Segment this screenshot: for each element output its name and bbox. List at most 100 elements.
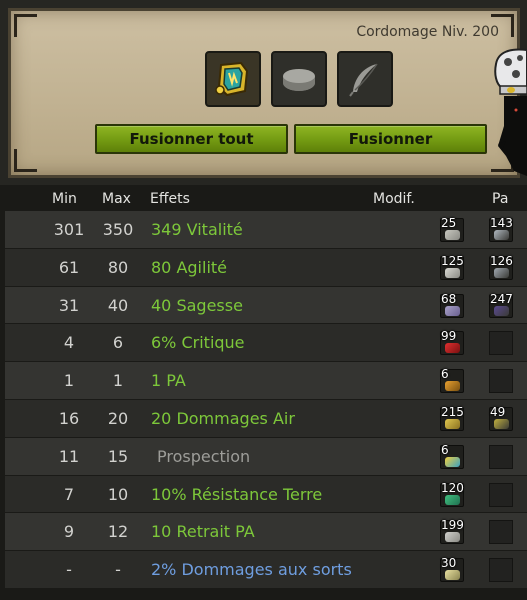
table-row: 11 15 Prospection 6 [5, 437, 527, 476]
rune-pa-slot-button[interactable]: 49 [489, 404, 513, 431]
rune-quantity: 120 [441, 480, 464, 495]
rune-quantity: 199 [441, 518, 464, 533]
item-slot[interactable] [205, 51, 261, 107]
row-effect: 349 Vitalité [151, 220, 243, 239]
rune-icon [445, 230, 460, 240]
rune-quantity: 30 [441, 556, 457, 571]
row-max: 80 [107, 257, 129, 277]
rune-slot-button[interactable]: 30 [440, 556, 464, 583]
panel-corner-decoration [14, 14, 37, 37]
table-row: - - 2% Dommages aux sorts 30 [5, 551, 527, 589]
row-max: - [115, 560, 121, 580]
row-min: 31 [58, 295, 80, 315]
header-pa: Pa [492, 191, 509, 207]
rune-quantity: 6 [441, 442, 449, 457]
row-min: 11 [58, 446, 80, 466]
row-min: 16 [58, 408, 80, 428]
rune-pa-slot-button[interactable]: 126 [489, 253, 513, 280]
row-max: 350 [102, 220, 134, 239]
rune-slot[interactable] [271, 51, 327, 107]
rune-icon [445, 494, 460, 505]
feather-icon [349, 63, 378, 97]
panel-corner-decoration [14, 149, 37, 172]
rune-pa-slot-button[interactable]: 143 [489, 216, 513, 242]
rune-pa-quantity: 247 [490, 291, 513, 306]
header-effects: Effets [150, 191, 190, 207]
rune-icon [445, 381, 460, 392]
table-row: 7 10 10% Résistance Terre 120 [5, 475, 527, 514]
rune-slot-button[interactable]: 125 [440, 253, 464, 280]
row-min: 4 [63, 333, 75, 353]
row-max: 15 [107, 446, 129, 466]
table-header: Min Max Effets Modif. Pa [5, 188, 527, 211]
row-max: 1 [112, 371, 124, 391]
rune-icon [445, 305, 460, 316]
rune-quantity: 215 [441, 404, 464, 419]
row-min: 61 [58, 257, 80, 277]
rune-icon [445, 267, 460, 278]
rune-quantity: 6 [441, 367, 449, 382]
rune-slot-button[interactable]: 120 [440, 480, 464, 507]
rune-icon [445, 343, 460, 354]
empty-pa-slot[interactable] [489, 331, 513, 356]
rune-pa-quantity: 49 [490, 404, 506, 419]
row-effect: 10% Résistance Terre [151, 484, 323, 504]
row-max: 40 [107, 295, 129, 315]
row-min: 301 [53, 220, 85, 239]
rune-pa-icon [494, 418, 509, 429]
rune-slot-button[interactable]: 99 [440, 329, 464, 356]
rune-stone-icon [283, 69, 315, 91]
rune-pa-icon [494, 230, 509, 240]
rune-slot-button[interactable]: 199 [440, 518, 464, 545]
table-body: 301 350 349 Vitalité 25 143 61 80 80 Agilité 125… [5, 211, 527, 589]
row-effect: Prospection [157, 446, 251, 466]
header-max: Max [102, 191, 131, 207]
row-max: 10 [107, 484, 129, 504]
rune-icon [445, 456, 460, 467]
rune-pa-slot-button[interactable]: 247 [489, 291, 513, 318]
table-row: 31 40 40 Sagesse 68 247 [5, 286, 527, 325]
potion-slot[interactable] [337, 51, 393, 107]
rune-slot-button[interactable]: 6 [440, 442, 464, 469]
row-min: 7 [63, 484, 75, 504]
table-row: 301 350 349 Vitalité 25 143 [5, 211, 527, 249]
empty-pa-slot[interactable] [489, 444, 513, 469]
rune-icon [445, 418, 460, 429]
table-row: 4 6 6% Critique 99 [5, 324, 527, 363]
header-min: Min [52, 191, 77, 207]
row-effect: 1 PA [151, 371, 186, 391]
empty-pa-slot[interactable] [489, 482, 513, 507]
row-min: 9 [63, 522, 75, 542]
rune-icon [445, 570, 460, 581]
rune-slot-button[interactable]: 68 [440, 292, 464, 318]
empty-pa-slot[interactable] [489, 558, 513, 583]
row-effect: 40 Sagesse [151, 295, 243, 315]
row-max: 20 [107, 408, 129, 428]
rune-pa-icon [494, 305, 509, 316]
crafting-panel: Cordomage Niv. 200 Fusionner tout Fusion… [8, 8, 520, 178]
effects-table: Min Max Effets Modif. Pa 301 350 349 Vital… [5, 188, 527, 600]
row-max: 12 [107, 522, 129, 542]
table-row: 9 12 10 Retrait PA 199 [5, 513, 527, 552]
rune-pa-quantity: 126 [490, 253, 513, 268]
row-effect: 2% Dommages aux sorts [151, 560, 352, 580]
rune-pa-quantity: 143 [490, 216, 513, 230]
profession-level: Cordomage Niv. 200 [356, 24, 499, 40]
row-effect: 10 Retrait PA [151, 522, 255, 542]
empty-pa-slot[interactable] [489, 520, 513, 545]
table-row: 16 20 20 Dommages Air 215 49 [5, 399, 527, 438]
rune-quantity: 25 [441, 216, 457, 230]
rune-pa-icon [494, 267, 509, 278]
merge-button[interactable]: Fusionner [294, 124, 487, 154]
row-effect: 6% Critique [151, 333, 245, 353]
rune-quantity: 125 [441, 253, 464, 268]
rune-slot-button[interactable]: 6 [440, 367, 464, 394]
rune-slot-button[interactable]: 215 [440, 404, 464, 431]
table-row: 61 80 80 Agilité 125 126 [5, 248, 527, 287]
header-modif: Modif. [373, 191, 415, 207]
empty-pa-slot[interactable] [489, 369, 513, 394]
row-min: 1 [63, 371, 75, 391]
merge-all-button[interactable]: Fusionner tout [95, 124, 288, 154]
rune-icon [445, 532, 460, 543]
rune-slot-button[interactable]: 25 [440, 216, 464, 242]
